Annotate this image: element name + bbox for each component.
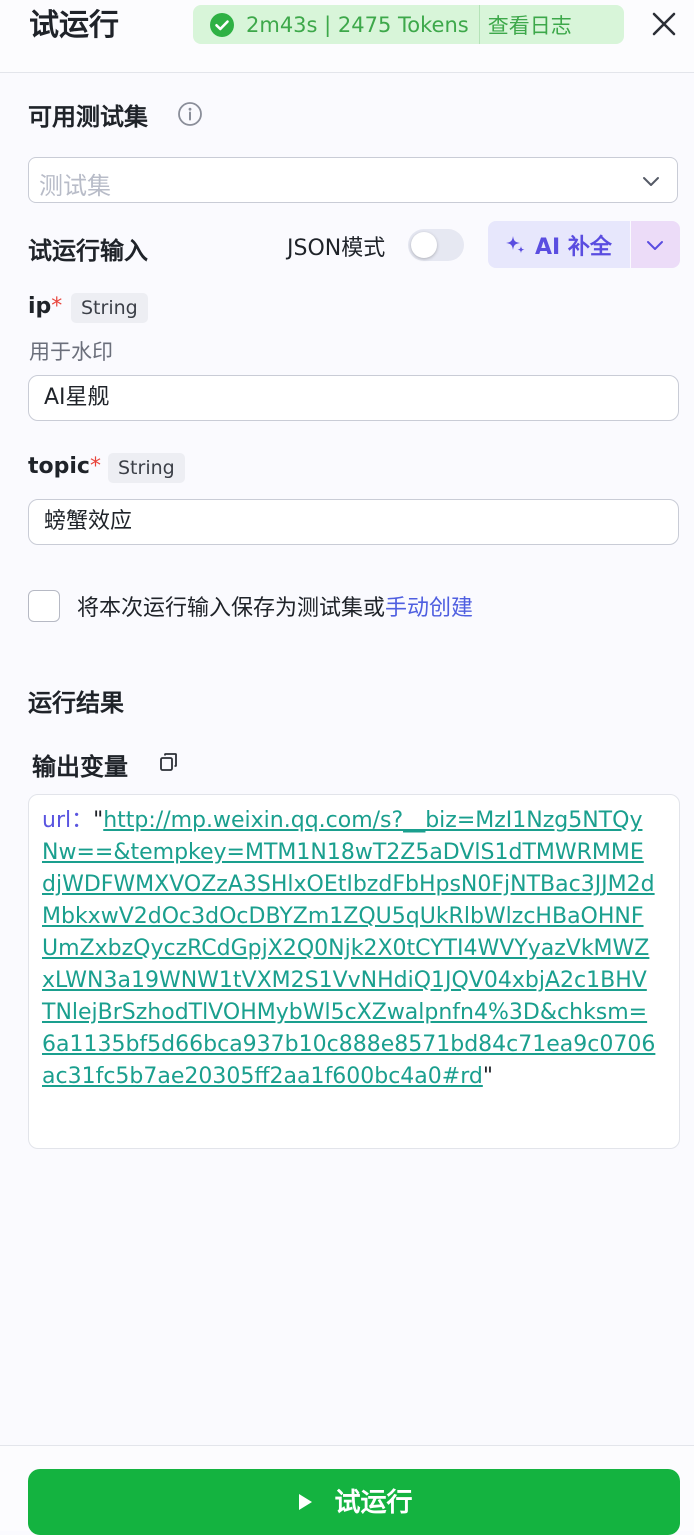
output-box: url："http://mp.weixin.qq.com/s?__biz=MzI… [28, 794, 680, 1149]
run-status-pill: 2m43s | 2475 Tokens 查看日志 [193, 5, 624, 44]
run-button[interactable]: 试运行 [28, 1469, 680, 1535]
run-input-title: 试运行输入 [28, 237, 148, 265]
test-set-placeholder: 测试集 [39, 172, 111, 200]
save-test-set-label: 将本次运行输入保存为测试集或 [77, 596, 386, 621]
field-label-topic: topic* [28, 454, 101, 479]
status-divider [478, 5, 480, 44]
ai-complete-button[interactable]: AI 补全 [488, 221, 630, 268]
run-status-text: 2m43s | 2475 Tokens [246, 12, 469, 37]
test-set-select[interactable]: 测试集 [28, 157, 678, 203]
close-icon[interactable] [650, 10, 678, 38]
output-variables-title: 输出变量 [32, 753, 128, 781]
chevron-down-icon [643, 177, 659, 186]
quote-mark: " [93, 808, 104, 833]
field-description-ip: 用于水印 [29, 340, 113, 364]
output-url-link[interactable]: http://mp.weixin.qq.com/s?__biz=MzI1Nzg5… [42, 808, 655, 1089]
save-test-set-text: 将本次运行输入保存为测试集或手动创建 [77, 590, 473, 622]
panel-header: 试运行 2m43s | 2475 Tokens 查看日志 [0, 0, 694, 73]
field-label-ip: ip* [28, 294, 62, 319]
field-name-ip: ip [28, 294, 52, 319]
copy-icon[interactable] [158, 751, 180, 773]
ai-complete-label: AI 补全 [535, 234, 612, 260]
topic-input[interactable]: 螃蟹效应 [28, 499, 679, 545]
play-icon [299, 1494, 313, 1510]
output-key: url： [42, 808, 94, 833]
save-test-set-checkbox[interactable] [28, 590, 60, 622]
required-mark: * [89, 454, 101, 479]
manual-create-link[interactable]: 手动创建 [385, 596, 473, 621]
ai-complete-dropdown[interactable] [631, 221, 680, 268]
output-content: url："http://mp.weixin.qq.com/s?__biz=MzI… [42, 805, 657, 1093]
json-mode-toggle[interactable] [408, 229, 464, 261]
info-icon[interactable] [177, 101, 203, 127]
quote-mark: " [482, 1064, 493, 1089]
chevron-down-icon [647, 241, 663, 250]
type-tag-ip: String [71, 293, 148, 323]
panel-title: 试运行 [29, 8, 119, 43]
toggle-knob [411, 232, 437, 258]
test-set-title: 可用测试集 [28, 103, 148, 131]
sparkle-icon [506, 235, 525, 253]
field-name-topic: topic [28, 454, 90, 479]
type-tag-topic: String [108, 453, 185, 483]
run-button-label: 试运行 [334, 1488, 413, 1518]
required-mark: * [51, 294, 63, 319]
check-circle-icon [210, 12, 234, 37]
view-log-link[interactable]: 查看日志 [488, 10, 572, 40]
ip-input[interactable]: AI星舰 [28, 375, 679, 421]
run-result-title: 运行结果 [28, 689, 124, 717]
json-mode-label: JSON模式 [287, 236, 386, 261]
